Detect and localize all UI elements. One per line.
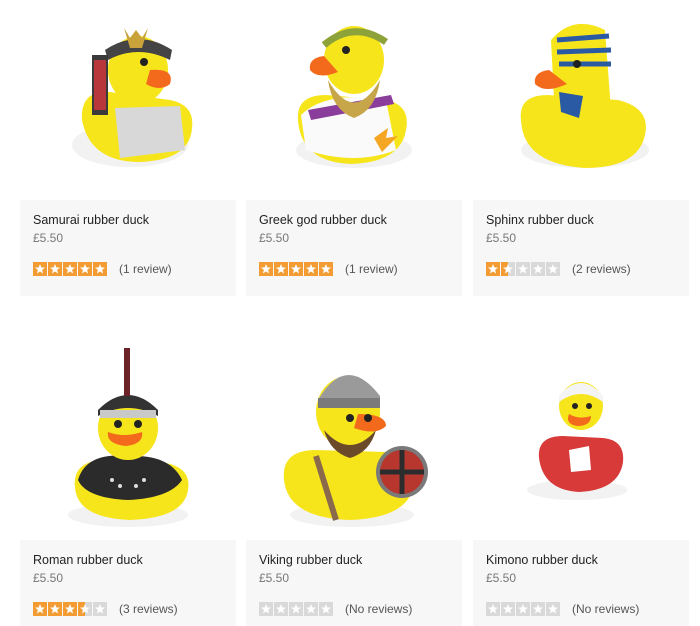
product-price: £5.50 — [259, 231, 290, 245]
product-info: Samurai rubber duck £5.50 (1 review) — [20, 200, 236, 296]
star-icon — [63, 262, 77, 276]
viking-duck-image — [283, 374, 428, 527]
product-image[interactable] — [473, 340, 689, 540]
star-icon — [33, 262, 47, 276]
star-icon — [486, 262, 500, 276]
roman-duck-image — [68, 348, 189, 527]
product-price: £5.50 — [259, 571, 290, 585]
product-info: Roman rubber duck £5.50 (3 reviews) — [20, 540, 236, 626]
star-icon — [486, 602, 500, 616]
star-icon — [546, 602, 560, 616]
product-name[interactable]: Kimono rubber duck — [486, 553, 598, 567]
star-icon — [304, 262, 318, 276]
star-icon — [48, 262, 62, 276]
star-icon — [304, 602, 318, 616]
star-icon — [501, 262, 515, 276]
review-count[interactable]: (No reviews) — [345, 602, 412, 616]
product-name[interactable]: Samurai rubber duck — [33, 213, 149, 227]
star-icon — [274, 602, 288, 616]
star-rating — [486, 262, 560, 276]
product-price: £5.50 — [33, 571, 64, 585]
star-rating — [486, 602, 560, 616]
product-info: Greek god rubber duck £5.50 (1 review) — [246, 200, 462, 296]
star-icon — [501, 602, 515, 616]
star-icon — [93, 602, 107, 616]
review-count[interactable]: (No reviews) — [572, 602, 639, 616]
product-image[interactable] — [473, 0, 689, 200]
star-icon — [274, 262, 288, 276]
product-image[interactable] — [20, 340, 236, 540]
product-image[interactable] — [20, 0, 236, 200]
star-icon — [78, 602, 92, 616]
star-icon — [33, 602, 47, 616]
product-price: £5.50 — [33, 231, 64, 245]
product-price: £5.50 — [486, 231, 517, 245]
star-icon — [78, 262, 92, 276]
product-info: Viking rubber duck £5.50 (No reviews) — [246, 540, 462, 626]
product-price: £5.50 — [486, 571, 517, 585]
star-rating — [33, 602, 107, 616]
product-info: Sphinx rubber duck £5.50 (2 reviews) — [473, 200, 689, 296]
product-image[interactable] — [246, 340, 462, 540]
star-icon — [48, 602, 62, 616]
star-icon — [259, 602, 273, 616]
product-name[interactable]: Sphinx rubber duck — [486, 213, 594, 227]
star-rating — [259, 262, 333, 276]
product-rating: (3 reviews) — [33, 602, 178, 616]
star-icon — [531, 262, 545, 276]
product-name[interactable]: Greek god rubber duck — [259, 213, 387, 227]
star-icon — [319, 262, 333, 276]
product-rating: (1 review) — [33, 262, 172, 276]
product-name[interactable]: Viking rubber duck — [259, 553, 362, 567]
star-icon — [516, 602, 530, 616]
star-icon — [289, 262, 303, 276]
product-rating: (No reviews) — [486, 602, 639, 616]
kimono-duck-image — [527, 382, 627, 500]
product-info: Kimono rubber duck £5.50 (No reviews) — [473, 540, 689, 626]
review-count[interactable]: (2 reviews) — [572, 262, 631, 276]
sphinx-duck-image — [520, 23, 649, 168]
product-image[interactable] — [246, 0, 462, 200]
review-count[interactable]: (1 review) — [119, 262, 172, 276]
star-icon — [516, 262, 530, 276]
review-count[interactable]: (3 reviews) — [119, 602, 178, 616]
review-count[interactable]: (1 review) — [345, 262, 398, 276]
greek-god-duck-image — [296, 26, 412, 168]
product-rating: (1 review) — [259, 262, 398, 276]
star-icon — [546, 262, 560, 276]
star-icon — [319, 602, 333, 616]
star-icon — [63, 602, 77, 616]
product-rating: (2 reviews) — [486, 262, 631, 276]
product-name[interactable]: Roman rubber duck — [33, 553, 143, 567]
star-icon — [93, 262, 107, 276]
star-icon — [531, 602, 545, 616]
star-rating — [259, 602, 333, 616]
samurai-duck-image — [72, 28, 193, 167]
product-grid: Samurai rubber duck £5.50 (1 review) Gre… — [0, 0, 700, 626]
star-icon — [259, 262, 273, 276]
star-rating — [33, 262, 107, 276]
star-icon — [289, 602, 303, 616]
product-rating: (No reviews) — [259, 602, 412, 616]
